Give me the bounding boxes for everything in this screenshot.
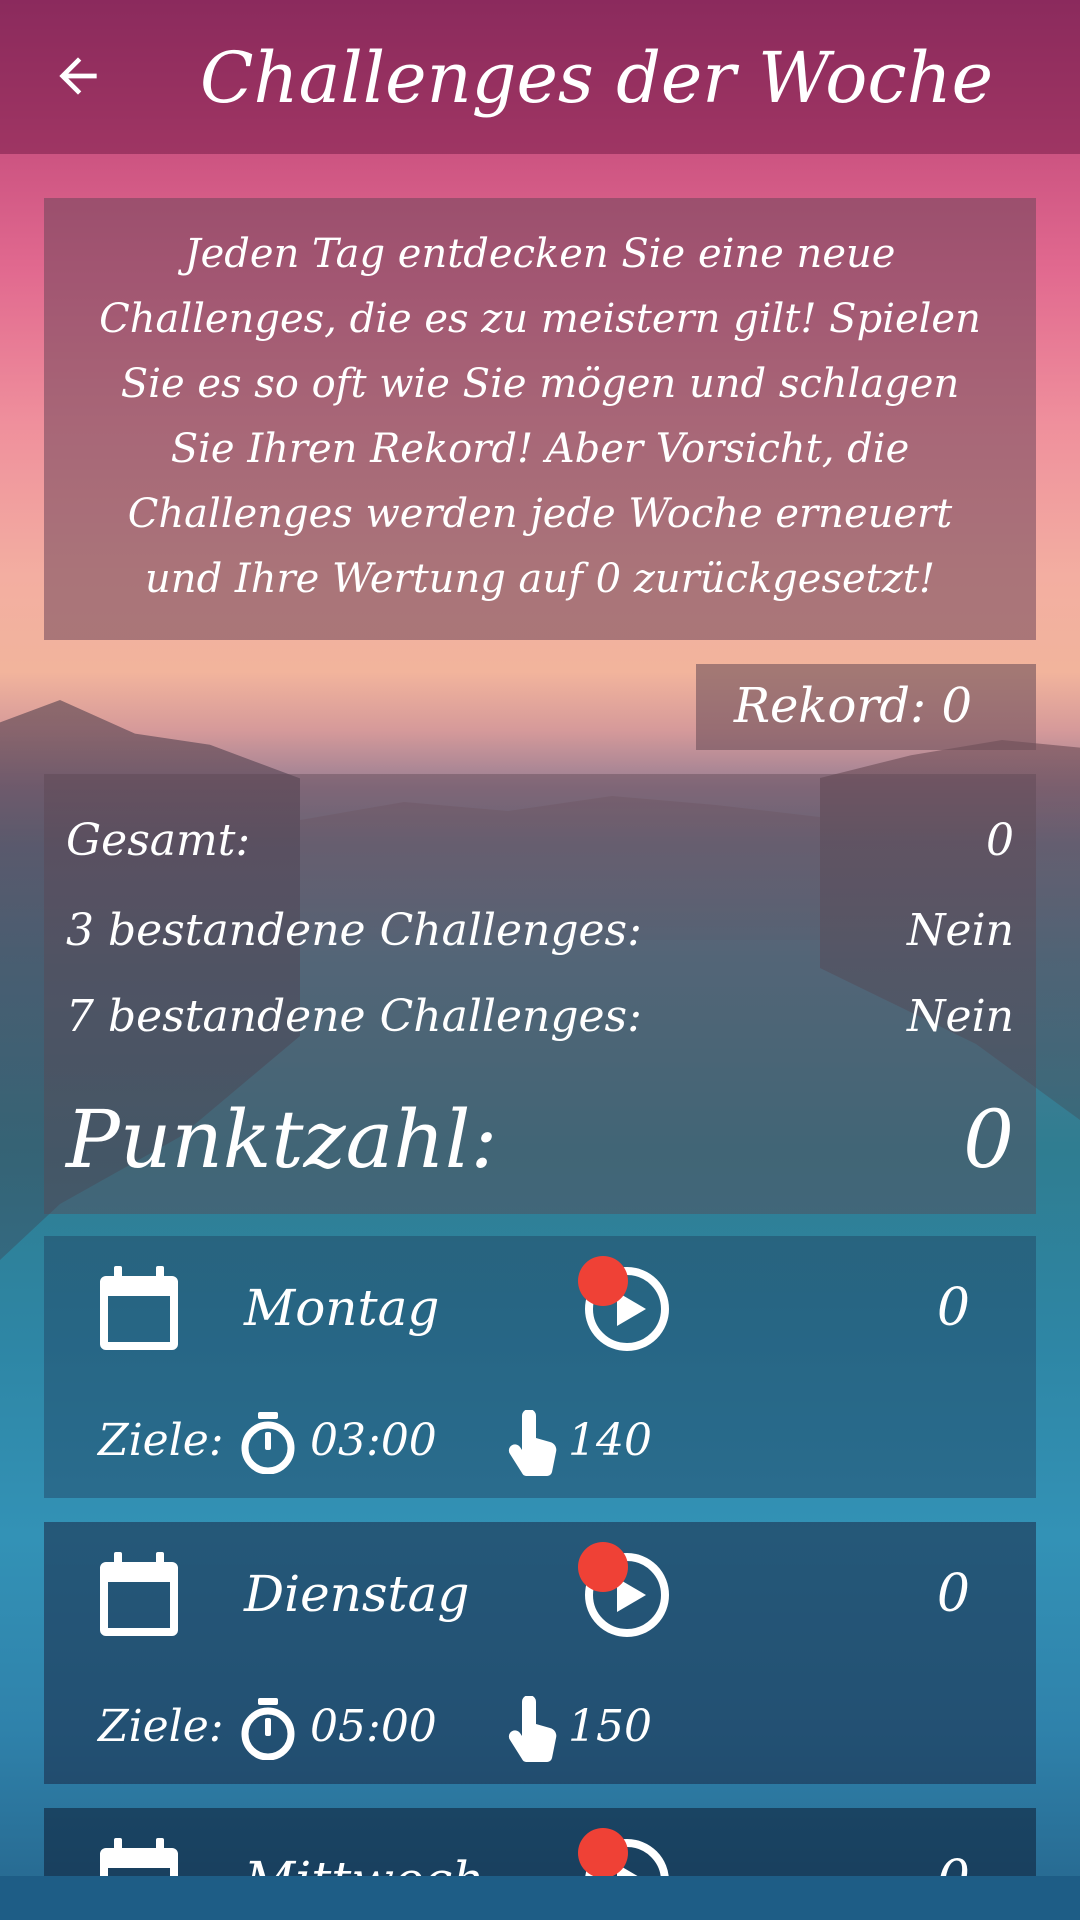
calendar-icon bbox=[100, 1552, 178, 1636]
new-indicator-dot bbox=[578, 1828, 628, 1876]
stopwatch-icon bbox=[241, 1412, 295, 1474]
new-indicator-dot bbox=[578, 1542, 628, 1592]
summary-row-total: Gesamt: 0 bbox=[66, 806, 1014, 876]
day-card-mittwoch[interactable]: Mittwoch 0 bbox=[44, 1808, 1036, 1876]
intro-panel: Jeden Tag entdecken Sie eine neue Challe… bbox=[44, 198, 1036, 640]
summary-row-3-challenges: 3 bestandene Challenges: Nein bbox=[66, 896, 1014, 966]
day-card-dienstag[interactable]: Dienstag 0 Ziele: 05:00 150 bbox=[44, 1522, 1036, 1784]
score-value: 0 bbox=[963, 1093, 1014, 1186]
summary-value: Nein bbox=[907, 991, 1014, 1042]
tap-finger-icon bbox=[508, 1410, 557, 1476]
calendar-icon bbox=[100, 1266, 178, 1350]
summary-label: Gesamt: bbox=[66, 815, 251, 866]
tap-finger-icon bbox=[508, 1696, 557, 1762]
arrow-left-icon[interactable] bbox=[50, 48, 106, 104]
record-badge: Rekord: 0 bbox=[696, 664, 1036, 750]
stopwatch-icon bbox=[241, 1698, 295, 1760]
bottom-background bbox=[0, 1876, 1080, 1920]
day-name: Montag bbox=[244, 1279, 440, 1337]
score-row: Punktzahl: 0 bbox=[66, 1090, 1014, 1190]
goal-taps: 150 bbox=[568, 1701, 652, 1752]
summary-value: 0 bbox=[986, 815, 1014, 866]
day-name: Dienstag bbox=[244, 1565, 470, 1623]
page-title: Challenges der Woche bbox=[200, 37, 994, 119]
score-label: Punktzahl: bbox=[66, 1093, 498, 1186]
app-bar: Challenges der Woche bbox=[0, 0, 1080, 154]
day-score: 0 bbox=[937, 1848, 970, 1876]
goals-label: Ziele: bbox=[98, 1415, 224, 1466]
summary-value: Nein bbox=[907, 905, 1014, 956]
goals-label: Ziele: bbox=[98, 1701, 224, 1752]
day-score: 0 bbox=[936, 1278, 970, 1338]
goal-taps: 140 bbox=[568, 1415, 652, 1466]
day-card-montag[interactable]: Montag 0 Ziele: 03:00 140 bbox=[44, 1236, 1036, 1498]
new-indicator-dot bbox=[578, 1256, 628, 1306]
intro-text: Jeden Tag entdecken Sie eine neue Challe… bbox=[99, 231, 981, 602]
day-name: Mittwoch bbox=[244, 1848, 484, 1876]
summary-label: 7 bestandene Challenges: bbox=[66, 991, 642, 1042]
record-text: Rekord: 0 bbox=[733, 678, 972, 734]
summary-row-7-challenges: 7 bestandene Challenges: Nein bbox=[66, 982, 1014, 1052]
summary-label: 3 bestandene Challenges: bbox=[66, 905, 642, 956]
calendar-icon bbox=[100, 1838, 178, 1876]
goal-time: 03:00 bbox=[310, 1415, 437, 1466]
day-score: 0 bbox=[936, 1564, 970, 1624]
goal-time: 05:00 bbox=[310, 1701, 437, 1752]
